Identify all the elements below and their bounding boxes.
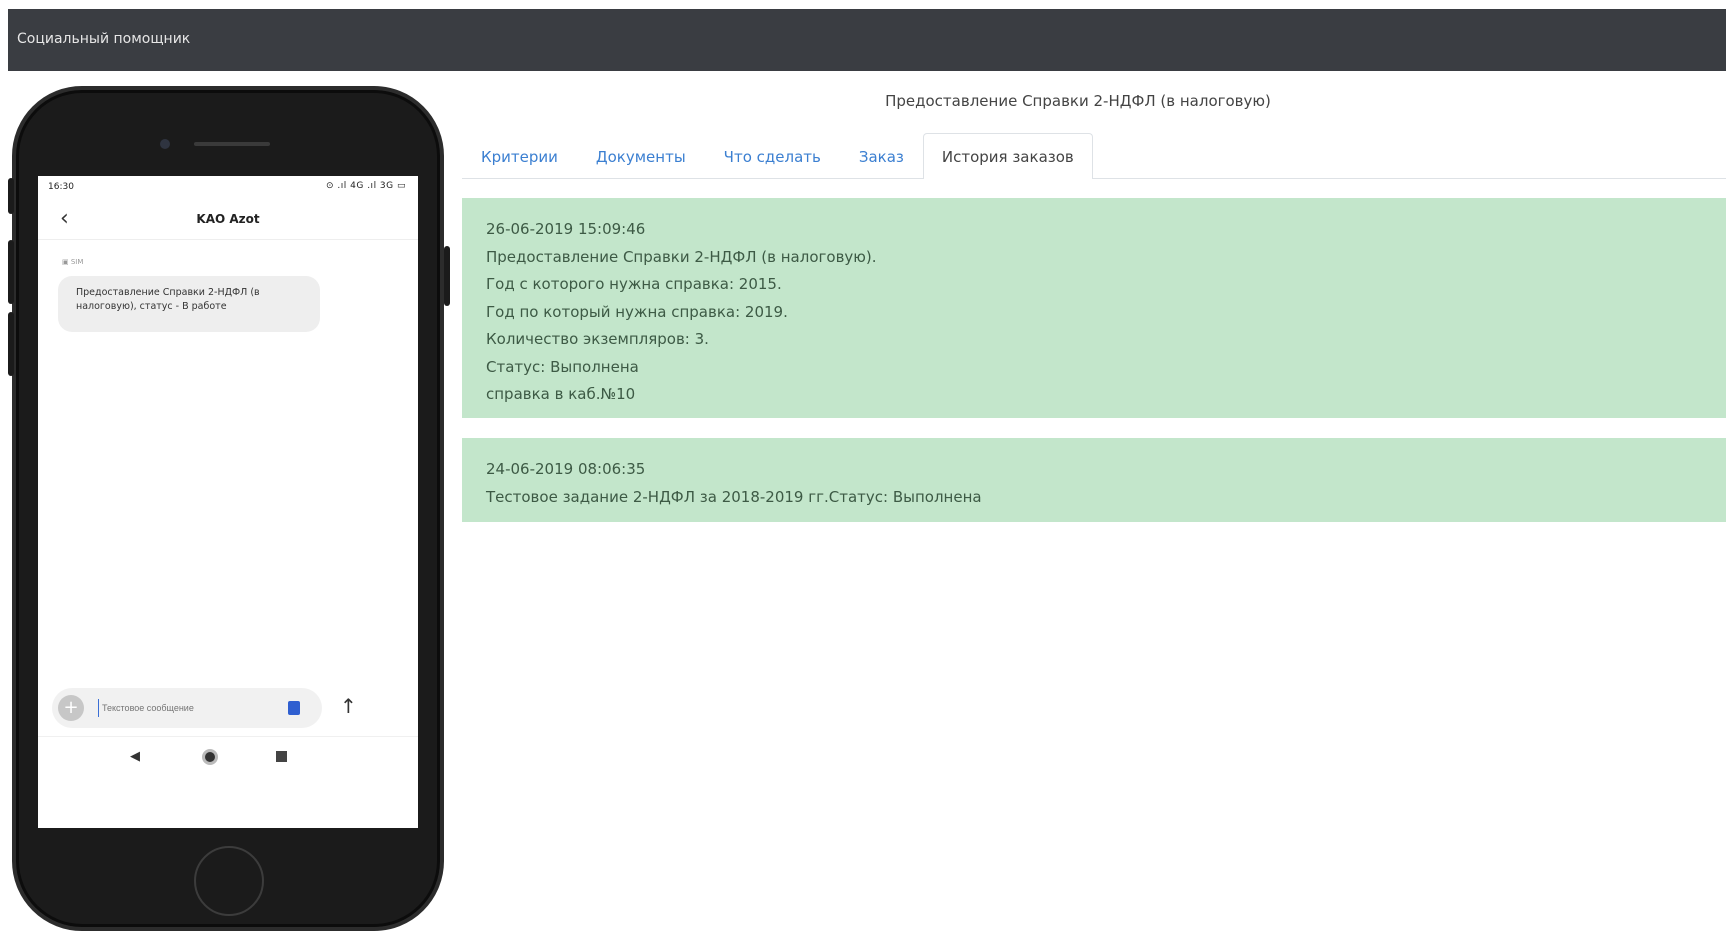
tab-criteria[interactable]: Критерии xyxy=(462,133,577,179)
tab-order[interactable]: Заказ xyxy=(840,133,923,179)
order-date: 26-06-2019 15:09:46 xyxy=(486,220,646,238)
order-service: Предоставление Справки 2-НДФЛ (в налогов… xyxy=(486,247,877,266)
order-history-card: 26-06-2019 15:09:46 Предоставление Справ… xyxy=(462,198,1726,418)
chat-header: ‹ KAO Azot xyxy=(38,200,418,240)
phone-silent-switch xyxy=(8,178,14,214)
app-title[interactable]: Социальный помощник xyxy=(17,31,190,47)
sim-label: ▣ SIM xyxy=(62,258,84,266)
tab-order-history[interactable]: История заказов xyxy=(922,133,1093,179)
phone-power-button xyxy=(444,246,450,306)
top-navbar: Социальный помощник xyxy=(8,9,1726,71)
status-time: 16:30 xyxy=(48,182,74,192)
status-bar: 16:30 ⊙ .ıl 4G .ıl 3G ▭ xyxy=(38,176,418,200)
order-status: Статус: Выполнена xyxy=(486,357,639,376)
tab-documents[interactable]: Документы xyxy=(577,133,705,179)
send-arrow-icon[interactable]: ↑ xyxy=(340,694,357,718)
order-description: Тестовое задание 2-НДФЛ за 2018-2019 гг.… xyxy=(486,487,982,506)
tab-what-to-do[interactable]: Что сделать xyxy=(705,133,840,179)
chat-title: KAO Azot xyxy=(196,212,260,226)
order-history-card: 24-06-2019 08:06:35 Тестовое задание 2-Н… xyxy=(462,438,1726,522)
sim-label-text: SIM xyxy=(70,258,84,266)
order-note: справка в каб.№10 xyxy=(486,385,636,403)
message-bubble[interactable]: Предоставление Справки 2-НДФЛ (в налогов… xyxy=(58,276,320,332)
phone-mockup: 16:30 ⊙ .ıl 4G .ıl 3G ▭ ‹ KAO Azot ▣ SIM… xyxy=(8,86,450,931)
phone-volume-up xyxy=(8,240,14,304)
order-year-to: Год по который нужна справка: 2019. xyxy=(486,302,788,321)
tab-bar: Критерии Документы Что сделать Заказ Ист… xyxy=(462,133,1726,179)
phone-volume-down xyxy=(8,312,14,376)
order-date: 24-06-2019 08:06:35 xyxy=(486,460,646,478)
earpiece-speaker xyxy=(194,142,270,146)
message-input[interactable] xyxy=(98,699,248,717)
android-nav-bar: ◀ xyxy=(38,736,418,776)
order-year-from: Год с которого нужна справка: 2015. xyxy=(486,275,782,293)
order-copies: Количество экземпляров: 3. xyxy=(486,330,709,348)
front-camera xyxy=(160,139,170,149)
nav-back-icon[interactable]: ◀ xyxy=(130,749,140,764)
nav-home-icon[interactable] xyxy=(202,749,218,765)
phone-screen: 16:30 ⊙ .ıl 4G .ıl 3G ▭ ‹ KAO Azot ▣ SIM… xyxy=(38,176,418,828)
compose-bar: + xyxy=(52,688,322,728)
signal-battery-icons: ⊙ .ıl 4G .ıl 3G ▭ xyxy=(326,181,406,191)
attach-plus-icon[interactable]: + xyxy=(58,695,84,721)
sim-select-icon[interactable] xyxy=(288,701,300,715)
phone-home-button xyxy=(194,846,264,916)
page-title: Предоставление Справки 2-НДФЛ (в налогов… xyxy=(885,92,1271,110)
nav-recent-apps-icon[interactable] xyxy=(276,751,287,762)
